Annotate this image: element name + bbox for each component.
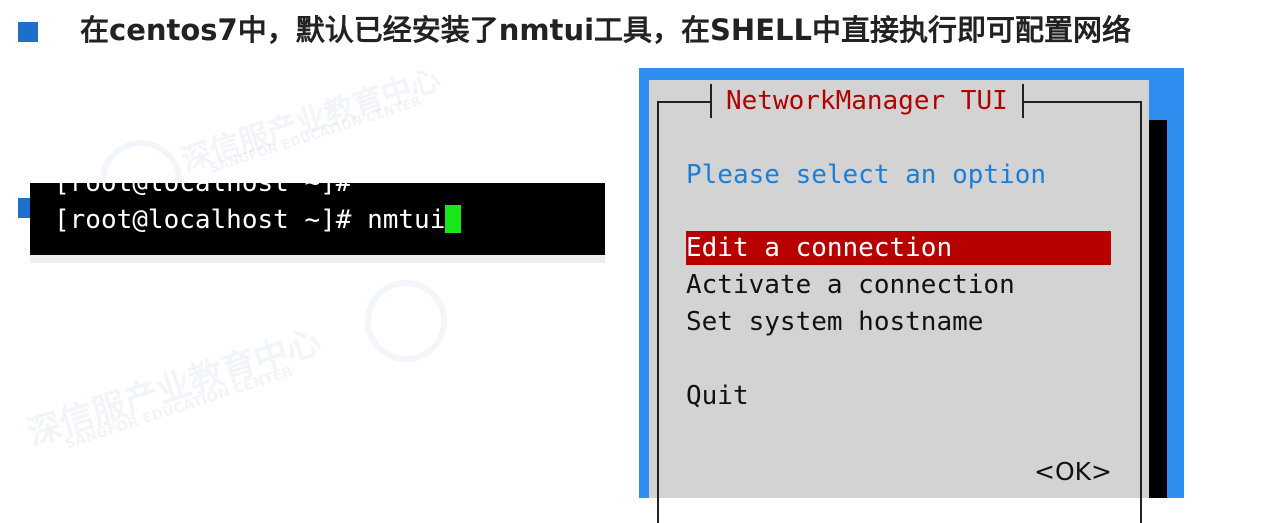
terminal-previous-line: [root@localhost ~]# [54, 183, 352, 198]
tui-title: NetworkManager TUI [710, 84, 1024, 118]
menu-item-set-hostname[interactable]: Set system hostname [686, 305, 983, 339]
terminal-command-line[interactable]: [root@localhost ~]# nmtui [54, 204, 462, 236]
bullet-square-icon [18, 22, 38, 42]
terminal-prompt: [root@localhost ~]# [54, 205, 368, 235]
tui-dialog-shadow [1149, 120, 1167, 498]
terminal-command: nmtui [367, 205, 446, 235]
terminal-bottom-border [30, 255, 605, 263]
terminal-window: [root@localhost ~]# [root@localhost ~]# … [30, 183, 605, 255]
text-cursor [445, 205, 462, 233]
menu-item-quit[interactable]: Quit [686, 379, 749, 413]
tui-prompt: Please select an option [686, 160, 1047, 190]
slide-heading: 在centos7中，默认已经安装了nmtui工具，在SHELL中直接执行即可配置… [80, 13, 1131, 47]
menu-item-activate-connection[interactable]: Activate a connection [686, 268, 1015, 302]
menu-item-edit-connection[interactable]: Edit a connection [686, 231, 1111, 265]
watermark-text: 深信服产业教育中心 [22, 321, 326, 455]
ok-button[interactable]: <OK> [1034, 455, 1112, 489]
watermark-logo-icon [365, 280, 447, 362]
